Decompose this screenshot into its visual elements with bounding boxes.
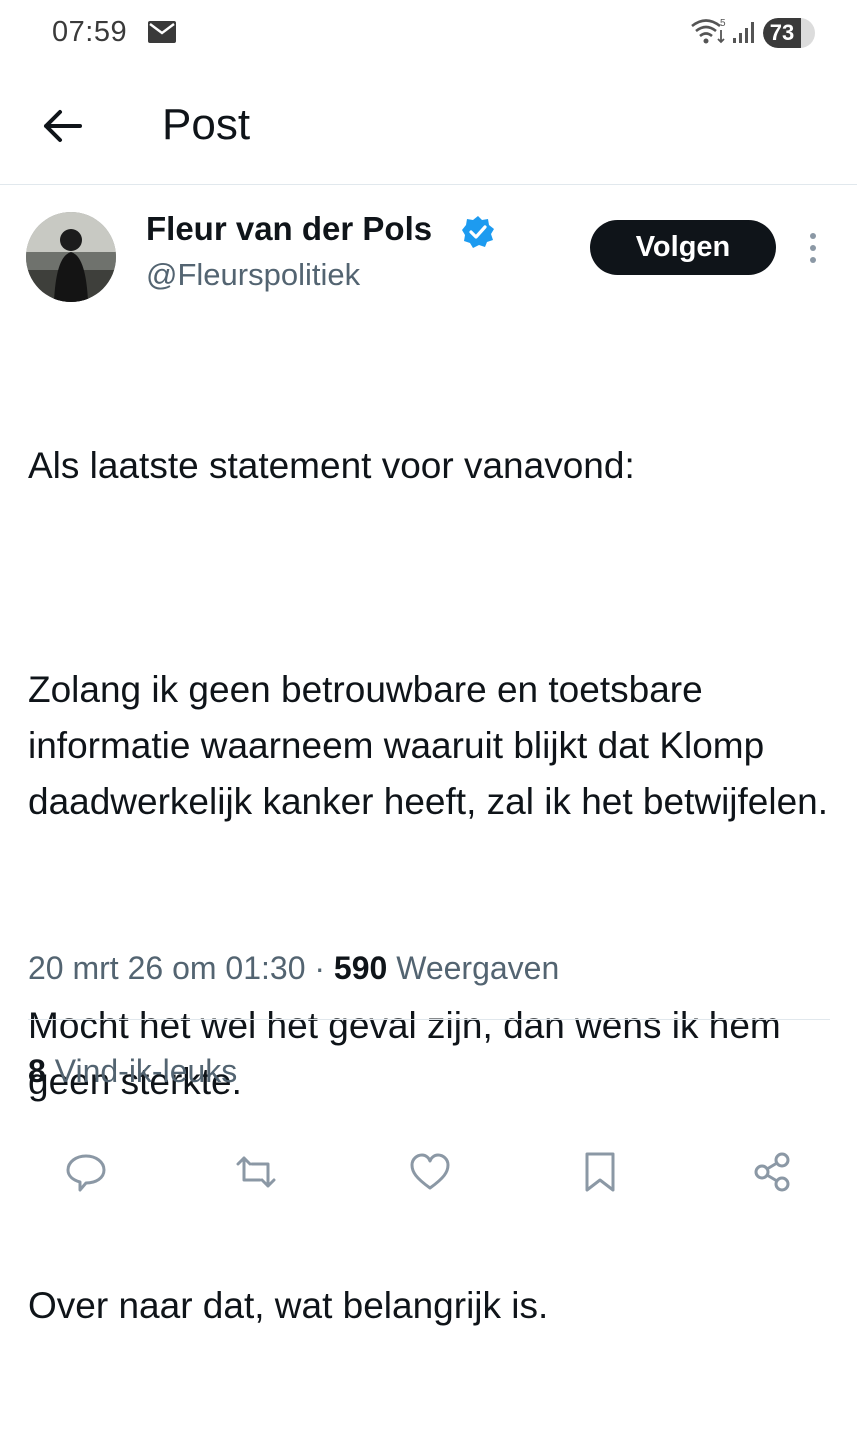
author-handle[interactable]: @Fleurspolitiek xyxy=(146,257,360,293)
share-icon[interactable] xyxy=(750,1150,794,1194)
battery-indicator: 73 xyxy=(763,18,815,48)
mail-icon xyxy=(148,21,176,43)
repost-icon[interactable] xyxy=(234,1150,278,1194)
top-app-bar: Post xyxy=(0,68,857,185)
post-timestamp[interactable]: 20 mrt 26 om 01:30 xyxy=(28,950,305,986)
like-icon[interactable] xyxy=(408,1150,452,1194)
likes-summary[interactable]: 8 Vind-ik-leuks xyxy=(28,1053,237,1090)
post-paragraph: Als laatste statement voor vanavond: xyxy=(28,445,635,486)
follow-button[interactable]: Volgen xyxy=(590,220,776,275)
reply-icon[interactable] xyxy=(64,1150,108,1194)
meta-separator: · xyxy=(314,950,326,986)
more-options-icon[interactable] xyxy=(806,230,820,266)
likes-count: 8 xyxy=(28,1053,46,1089)
post-paragraph: Zolang ik geen betrouwbare en toetsbare … xyxy=(28,669,829,822)
post-meta: 20 mrt 26 om 01:30 · 590 Weergaven xyxy=(28,950,559,987)
action-bar xyxy=(0,1150,857,1200)
post-text: Als laatste statement voor vanavond: Zol… xyxy=(28,326,838,1446)
views-label: Weergaven xyxy=(396,950,560,986)
bookmark-icon[interactable] xyxy=(578,1150,622,1194)
back-arrow-icon[interactable] xyxy=(36,104,88,148)
status-bar: 07:59 5 73 xyxy=(0,0,857,68)
svg-text:5: 5 xyxy=(720,18,726,29)
status-time: 07:59 xyxy=(52,16,128,48)
wifi-icon: 5 xyxy=(691,18,726,44)
likes-label: Vind-ik-leuks xyxy=(54,1053,238,1089)
verified-badge-icon xyxy=(462,216,494,248)
page-title: Post xyxy=(162,100,251,149)
views-count: 590 xyxy=(333,950,388,986)
avatar-image xyxy=(26,212,116,302)
divider xyxy=(28,1019,830,1020)
author-name[interactable]: Fleur van der Pols xyxy=(146,210,432,248)
battery-level: 73 xyxy=(769,20,795,45)
signal-icon xyxy=(733,22,754,43)
avatar[interactable] xyxy=(26,212,116,302)
post-paragraph: Over naar dat, wat belangrijk is. xyxy=(28,1285,549,1326)
